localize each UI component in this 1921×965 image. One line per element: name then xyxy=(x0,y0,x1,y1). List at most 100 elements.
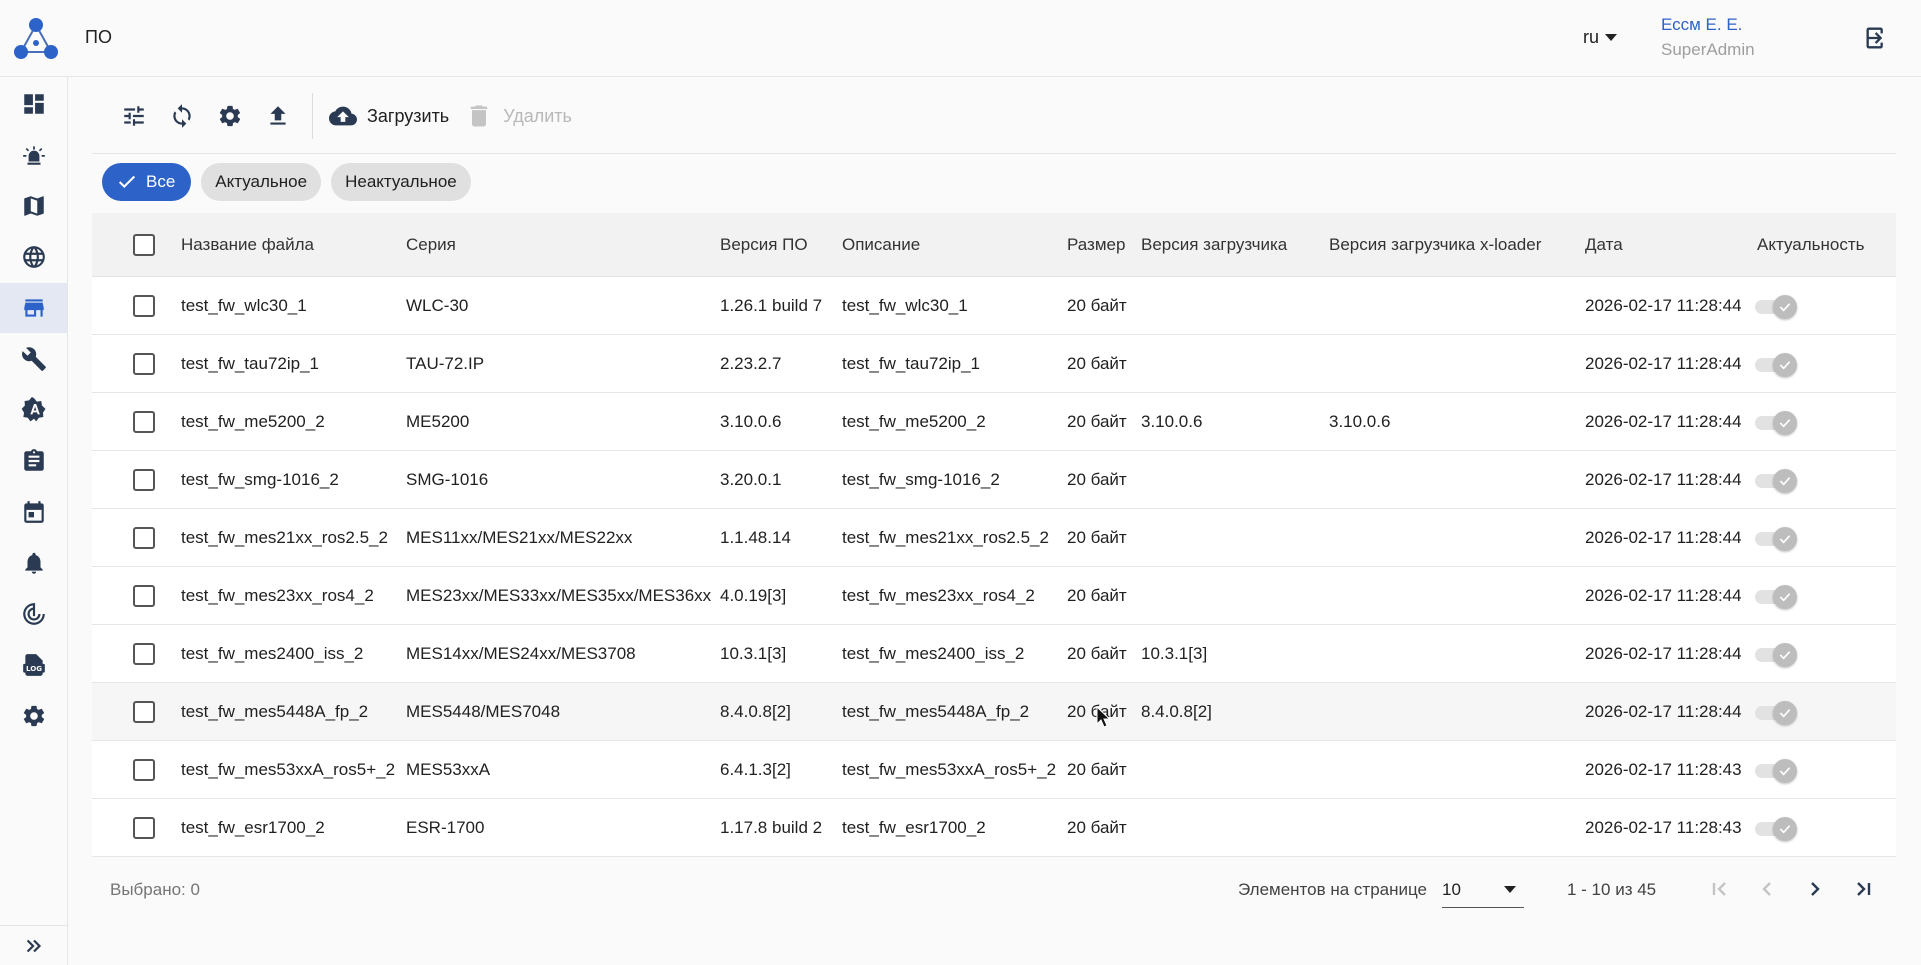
nav-software-store[interactable] xyxy=(0,283,67,333)
actuality-toggle[interactable] xyxy=(1755,352,1799,377)
cell-date: 2026-02-17 11:28:44 xyxy=(1585,701,1742,721)
nav-notifications[interactable] xyxy=(0,538,67,588)
cell-fw-version: 1.17.8 build 2 xyxy=(720,817,823,837)
actuality-toggle[interactable] xyxy=(1755,468,1799,493)
column-header-size[interactable]: Размер xyxy=(1067,213,1125,276)
table-row[interactable]: test_fw_mes2400_iss_2 MES14xx/MES24xx/MES… xyxy=(92,625,1896,683)
upload-label: Загрузить xyxy=(367,105,450,126)
filter-chips: Все Актуальное Неактуальное xyxy=(102,163,471,201)
table-row[interactable]: test_fw_me5200_2 ME5200 3.10.0.6 test_fw_me… xyxy=(92,393,1896,451)
column-header-description[interactable]: Описание xyxy=(842,213,920,276)
nav-tools[interactable] xyxy=(0,334,67,384)
filter-chip-all[interactable]: Все xyxy=(102,163,192,201)
column-header-date[interactable]: Дата xyxy=(1585,213,1623,276)
row-checkbox[interactable] xyxy=(133,294,155,317)
app-logo[interactable] xyxy=(12,16,60,60)
log-icon: LOG xyxy=(22,654,45,676)
actuality-toggle[interactable] xyxy=(1755,410,1799,435)
select-all-checkbox[interactable] xyxy=(133,233,155,256)
row-checkbox[interactable] xyxy=(133,468,155,491)
row-checkbox[interactable] xyxy=(133,410,155,433)
row-checkbox[interactable] xyxy=(133,584,155,607)
row-checkbox[interactable] xyxy=(133,758,155,781)
cell-description: test_fw_smg-1016_2 xyxy=(842,469,1000,489)
cell-size: 20 байт xyxy=(1067,527,1127,547)
settings-button[interactable] xyxy=(206,92,254,140)
previous-page-button[interactable] xyxy=(1750,872,1784,906)
language-selector[interactable]: ru xyxy=(1583,27,1618,48)
cloud-upload-icon xyxy=(329,106,357,126)
actuality-toggle[interactable] xyxy=(1755,584,1799,609)
per-page-value: 10 xyxy=(1442,880,1461,899)
column-header-file-name[interactable]: Название файла xyxy=(181,213,314,276)
nav-admin[interactable] xyxy=(0,385,67,435)
actuality-toggle[interactable] xyxy=(1755,700,1799,725)
refresh-button[interactable] xyxy=(158,92,206,140)
cell-file-name: test_fw_mes23xx_ros4_2 xyxy=(181,585,374,605)
table-row[interactable]: test_fw_mes53xxA_ros5+_2 MES53xxA 6.4.1.3[… xyxy=(92,741,1896,799)
page-title: ПО xyxy=(85,27,112,47)
actuality-toggle[interactable] xyxy=(1755,526,1799,551)
filter-chip-not-actual[interactable]: Неактуальное xyxy=(331,163,471,201)
store-icon xyxy=(23,299,44,317)
actuality-toggle[interactable] xyxy=(1755,294,1799,319)
table-row[interactable]: test_fw_wlc30_1 WLC-30 1.26.1 build 7 test_… xyxy=(92,277,1896,335)
row-checkbox[interactable] xyxy=(133,352,155,375)
filter-chip-not-actual-label: Неактуальное xyxy=(345,172,457,191)
column-header-xloader[interactable]: Версия загрузчика x-loader xyxy=(1329,213,1541,276)
actuality-toggle[interactable] xyxy=(1755,816,1799,841)
table-row[interactable]: test_fw_mes5448A_fp_2 MES5448/MES7048 8.4.… xyxy=(92,683,1896,741)
filter-settings-button[interactable] xyxy=(110,92,158,140)
table-row[interactable]: test_fw_smg-1016_2 SMG-1016 3.20.0.1 test_f… xyxy=(92,451,1896,509)
logout-icon[interactable] xyxy=(1862,24,1892,52)
filter-chip-actual[interactable]: Актуальное xyxy=(201,163,322,201)
nav-monitoring[interactable] xyxy=(0,589,67,639)
expand-sidebar-button[interactable] xyxy=(0,925,67,965)
upload-button[interactable]: Загрузить xyxy=(321,96,457,136)
row-checkbox[interactable] xyxy=(133,642,155,665)
delete-button[interactable]: Удалить xyxy=(457,96,580,136)
table-row[interactable]: test_fw_tau72ip_1 TAU-72.IP 2.23.2.7 test_f… xyxy=(92,335,1896,393)
nav-settings[interactable] xyxy=(0,691,67,741)
nav-alarms[interactable] xyxy=(0,130,67,180)
export-button[interactable] xyxy=(254,92,302,140)
table-row[interactable]: test_fw_mes23xx_ros4_2 MES23xx/MES33xx/ME… xyxy=(92,567,1896,625)
toggle-knob xyxy=(1773,758,1797,783)
last-page-button[interactable] xyxy=(1846,872,1880,906)
nav-tasks[interactable] xyxy=(0,436,67,486)
column-header-series[interactable]: Серия xyxy=(406,213,456,276)
cell-fw-version: 3.10.0.6 xyxy=(720,411,782,431)
per-page-select[interactable]: 10 xyxy=(1442,870,1524,908)
calendar-icon xyxy=(23,501,44,523)
map-icon xyxy=(23,196,44,216)
table-row[interactable]: test_fw_esr1700_2 ESR-1700 1.17.8 build 2 t… xyxy=(92,799,1896,857)
row-checkbox[interactable] xyxy=(133,700,155,723)
next-page-button[interactable] xyxy=(1798,872,1832,906)
cell-date: 2026-02-17 11:28:44 xyxy=(1585,643,1742,663)
nav-logs[interactable]: LOG xyxy=(0,640,67,690)
cell-file-name: test_fw_wlc30_1 xyxy=(181,295,307,315)
column-header-bootloader[interactable]: Версия загрузчика xyxy=(1141,213,1287,276)
column-header-actuality[interactable]: Актуальность xyxy=(1757,213,1864,276)
cell-description: test_fw_esr1700_2 xyxy=(842,817,986,837)
sidebar: LOG xyxy=(0,77,68,965)
actuality-cell xyxy=(1755,335,1799,392)
cell-file-name: test_fw_mes53xxA_ros5+_2 xyxy=(181,759,396,779)
row-checkbox[interactable] xyxy=(133,816,155,839)
nav-dashboard[interactable] xyxy=(0,79,67,129)
chevron-left-icon xyxy=(1762,882,1771,896)
actuality-toggle[interactable] xyxy=(1755,642,1799,667)
user-name[interactable]: Ессм Е. Е. xyxy=(1661,15,1742,35)
column-header-fw-version[interactable]: Версия ПО xyxy=(720,213,808,276)
actuality-toggle[interactable] xyxy=(1755,758,1799,783)
first-page-button[interactable] xyxy=(1703,872,1737,906)
table-row[interactable]: test_fw_mes21xx_ros2.5_2 MES11xx/MES21xx/… xyxy=(92,509,1896,567)
cell-file-name: test_fw_tau72ip_1 xyxy=(181,353,319,373)
nav-network[interactable] xyxy=(0,232,67,282)
cell-file-name: test_fw_me5200_2 xyxy=(181,411,325,431)
row-checkbox[interactable] xyxy=(133,526,155,549)
row-checkbox-cell xyxy=(133,335,155,392)
per-page-label: Элементов на странице xyxy=(1238,880,1428,899)
nav-map[interactable] xyxy=(0,181,67,231)
nav-calendar[interactable] xyxy=(0,487,67,537)
